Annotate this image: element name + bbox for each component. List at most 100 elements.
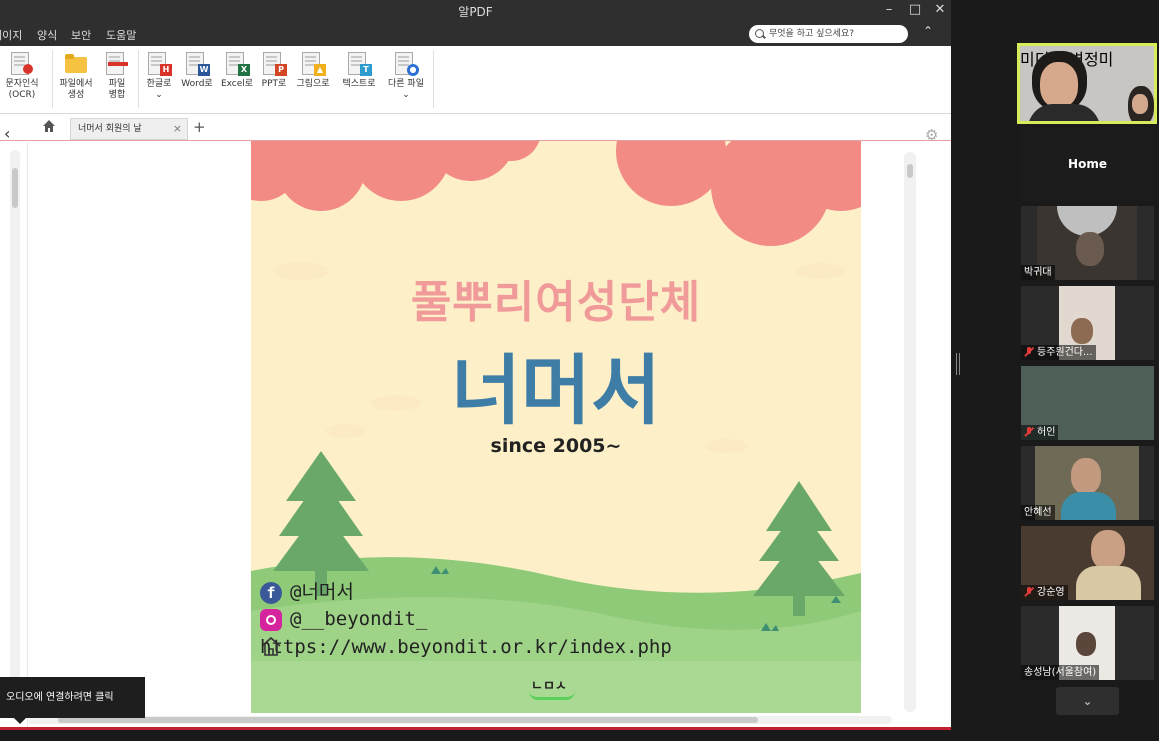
ppt-icon: P [263, 52, 287, 76]
merge-files-button[interactable]: 파일 병합 [102, 52, 132, 101]
organization-logo: ㄴㅁㅅ [529, 675, 575, 700]
house-icon [261, 636, 281, 656]
add-tab-icon[interactable]: + [193, 118, 206, 136]
facebook-handle: @너머서 [290, 581, 354, 603]
image-icon: ▲ [302, 52, 326, 76]
search-placeholder: 무엇을 하고 싶으세요? [769, 29, 855, 39]
panel-scrollbar[interactable] [10, 150, 20, 720]
ribbon-divider [138, 50, 139, 108]
ribbon-label: 파일에서 [59, 79, 93, 89]
participant-name: 박귀대 [1021, 265, 1055, 280]
participant-tile[interactable]: 등주원건다... [1021, 286, 1154, 360]
screen: 알PDF – □ ✕ 페이지 양식 보안 도움말 무엇을 하고 싶으세요? ⌃ … [0, 0, 1159, 741]
ribbon-label: (OCR) [8, 90, 36, 100]
tab-document[interactable]: 너머서 회원의 날 × [70, 118, 188, 140]
to-excel-button[interactable]: X Excel로 [219, 52, 255, 90]
document-tab-bar: 너머서 회원의 날 × + [0, 115, 951, 141]
menu-bar: 페이지 양식 보안 도움말 무엇을 하고 싶으세요? ⌃ [0, 21, 951, 46]
vertical-scrollbar[interactable] [904, 152, 916, 712]
ribbon-toolbar: 문자인식 (OCR) 파일에서 생성 파일 병합 H 한글로 ⌄ W Word로… [0, 46, 951, 114]
to-word-button[interactable]: W Word로 [180, 52, 214, 90]
chevron-left-icon[interactable]: ‹ [4, 124, 22, 143]
dropdown-arrow-icon: ⌄ [155, 90, 163, 100]
website-url: https://www.beyondit.or.kr/index.php [260, 636, 672, 658]
participant-name: 강순영 [1021, 585, 1068, 600]
audio-connect-tooltip[interactable]: 오디오에 연결하려면 클릭 [0, 677, 145, 724]
search-icon [755, 29, 764, 38]
other-file-icon: ● [395, 52, 419, 76]
participant-tile-active[interactable]: 미디어 변정미 [1017, 43, 1157, 124]
ribbon-divider [52, 50, 53, 108]
website-line: https://www.beyondit.or.kr/index.php [260, 635, 672, 659]
poster-title: 너머서 [451, 346, 661, 435]
participant-tile[interactable]: 허인 [1021, 366, 1154, 440]
muted-mic-icon [1024, 587, 1034, 597]
to-other-file-button[interactable]: ● 다른 파일 ⌄ [384, 52, 428, 101]
ribbon-label: PPT로 [261, 79, 287, 89]
menu-security[interactable]: 보안 [71, 27, 91, 43]
participant-name: 등주원건다... [1021, 345, 1096, 360]
to-hwp-button[interactable]: H 한글로 ⌄ [143, 52, 175, 101]
menu-page[interactable]: 페이지 [0, 27, 22, 43]
word-icon: W [186, 52, 210, 76]
participant-tile[interactable]: 송성남(서울참여) [1021, 606, 1154, 680]
participant-name: 송성남(서울참여) [1021, 665, 1100, 680]
participant-name: 허인 [1021, 425, 1059, 440]
search-input[interactable]: 무엇을 하고 싶으세요? [749, 25, 908, 43]
maximize-button[interactable]: □ [903, 1, 927, 19]
chevron-up-icon[interactable]: ⌃ [918, 24, 938, 42]
tab-label: 너머서 회원의 날 [78, 124, 142, 134]
poster-subtitle: 풀뿌리여성단체 [410, 277, 702, 328]
to-image-button[interactable]: ▲ 그림으로 [293, 52, 333, 90]
poster-since: since 2005~ [490, 435, 622, 457]
horizontal-scrollbar[interactable] [28, 716, 892, 724]
to-ppt-button[interactable]: P PPT로 [259, 52, 289, 90]
ocr-button[interactable]: 문자인식 (OCR) [3, 52, 41, 101]
menu-help[interactable]: 도움말 [106, 27, 136, 43]
close-tab-icon[interactable]: × [173, 119, 182, 139]
minimize-button[interactable]: – [877, 1, 901, 19]
ribbon-label: 파일 [108, 79, 126, 89]
participant-tile[interactable]: 박귀대 [1021, 206, 1154, 280]
facebook-line: f @너머서 [260, 580, 354, 604]
ribbon-label: 한글로 [146, 79, 172, 89]
ribbon-label: 그림으로 [296, 79, 330, 89]
participant-tile[interactable]: 안혜선 [1021, 446, 1154, 520]
instagram-line: @__beyondit_ [260, 607, 427, 631]
create-from-file-button[interactable]: 파일에서 생성 [56, 52, 96, 101]
meeting-toolbar [0, 730, 951, 741]
muted-mic-icon [1024, 347, 1034, 357]
menu-form[interactable]: 양식 [37, 27, 57, 43]
instagram-handle: @__beyondit_ [290, 608, 428, 630]
folder-icon [65, 52, 87, 76]
home-icon[interactable] [42, 119, 56, 133]
ribbon-label: 문자인식 [5, 79, 39, 89]
ribbon-label: 다른 파일 [388, 79, 424, 89]
title-bar: 알PDF – □ ✕ [0, 0, 951, 21]
chevron-down-icon[interactable]: ⌄ [1056, 687, 1119, 715]
instagram-icon [260, 608, 282, 631]
excel-icon: X [226, 52, 250, 76]
participant-name: 안혜선 [1021, 505, 1055, 520]
ribbon-label: 생성 [67, 90, 85, 100]
to-text-button[interactable]: T 텍스트로 [338, 52, 380, 90]
vertical-scroll-thumb[interactable] [907, 164, 913, 178]
app-title: 알PDF [458, 5, 493, 19]
participant-tile[interactable]: 강순영 [1021, 526, 1154, 600]
horizontal-scroll-thumb[interactable] [58, 717, 758, 723]
panel-scroll-thumb[interactable] [12, 168, 18, 208]
participant-tile-home[interactable]: Home [1021, 127, 1154, 201]
dropdown-arrow-icon: ⌄ [402, 90, 410, 100]
ribbon-label: Word로 [181, 79, 213, 89]
ribbon-label: Excel로 [220, 79, 254, 89]
close-button[interactable]: ✕ [928, 1, 951, 19]
merge-icon [106, 52, 128, 76]
pdf-page: 풀뿌리여성단체 너머서 since 2005~ f @너머서 @__beyondi… [251, 141, 861, 713]
ocr-icon [11, 52, 33, 76]
pdf-app-window: 알PDF – □ ✕ 페이지 양식 보안 도움말 무엇을 하고 싶으세요? ⌃ … [0, 0, 951, 730]
hwp-icon: H [148, 52, 172, 76]
muted-mic-icon [1024, 427, 1034, 437]
ribbon-label: 병합 [108, 90, 126, 100]
panel-resize-handle[interactable] [956, 353, 960, 375]
ribbon-divider [433, 50, 434, 108]
